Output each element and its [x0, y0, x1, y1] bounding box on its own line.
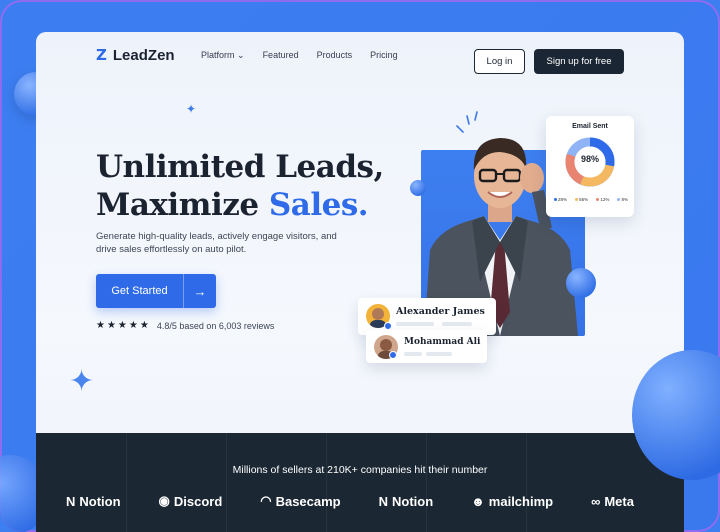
logo[interactable]: Z LeadZen: [96, 46, 175, 64]
mailchimp-icon: ☻: [471, 493, 485, 509]
nav-links: Platform ⌄ Featured Products Pricing: [201, 50, 398, 61]
brand-notion: N Notion: [66, 493, 121, 509]
brand-discord: ◉ Discord: [158, 493, 223, 509]
placeholder-line: [426, 352, 452, 356]
logo-mark-icon: Z: [96, 46, 107, 64]
hero-subtext: Generate high-quality leads, actively en…: [96, 231, 337, 255]
nav-link-platform[interactable]: Platform ⌄: [201, 50, 245, 61]
legend-item: 56%: [575, 197, 588, 202]
brand-notion: N Notion: [378, 493, 434, 509]
cta-label: Get Started: [96, 274, 184, 308]
get-started-button[interactable]: Get Started →: [96, 274, 216, 308]
nav-link-products[interactable]: Products: [317, 50, 353, 61]
decor-bubble: [566, 268, 596, 298]
verified-badge-icon: [384, 322, 392, 330]
notion-icon: N: [378, 493, 388, 509]
user-name: Mohammad Ali: [404, 337, 481, 347]
email-legend: 28% 56% 12% 8%: [554, 197, 628, 202]
arrow-right-icon: →: [193, 283, 207, 299]
top-nav: Z LeadZen Platform ⌄ Featured Products P…: [36, 40, 684, 74]
sparkle-icon: ✦: [69, 365, 95, 398]
rating-text: 4.8/5 based on 6,003 reviews: [156, 320, 275, 331]
headline-line-1: Unlimited Leads,: [96, 149, 384, 185]
headline-line-2: Maximize Sales.: [96, 186, 384, 224]
notion-icon: N: [66, 493, 76, 509]
discord-icon: ◉: [158, 493, 170, 508]
rating: ★★★★★ 4.8/5 based on 6,003 reviews: [96, 320, 274, 331]
placeholder-line: [396, 322, 434, 326]
user-name: Alexander James: [396, 306, 485, 317]
email-percent: 98%: [580, 154, 599, 164]
landing-page: Z LeadZen Platform ⌄ Featured Products P…: [36, 32, 684, 532]
brand-logos: N Notion ◉ Discord ◠ Basecamp N Notion ☻ mail…: [66, 493, 634, 509]
legend-item: 28%: [554, 197, 567, 202]
headline-accent: Sales.: [268, 187, 369, 223]
brand-basecamp: ◠ Basecamp: [260, 493, 341, 509]
outer-frame: Z LeadZen Platform ⌄ Featured Products P…: [0, 0, 720, 532]
placeholder-line: [404, 352, 422, 356]
brand-mailchimp: ☻ mailchimp: [471, 493, 554, 509]
nav-link-featured[interactable]: Featured: [263, 50, 299, 61]
legend-item: 12%: [596, 197, 609, 202]
email-card-title: Email Sent: [572, 123, 608, 130]
legend-item: 8%: [617, 197, 628, 202]
login-button[interactable]: Log in: [474, 49, 525, 74]
verified-badge-icon: [389, 351, 397, 359]
brand-meta: ∞ Meta: [591, 493, 634, 509]
sparkle-icon: ✦: [186, 102, 197, 116]
signup-button[interactable]: Sign up for free: [534, 49, 624, 74]
headline-text: Maximize: [96, 187, 269, 223]
logos-title: Millions of sellers at 210K+ companies h…: [232, 464, 488, 476]
trusted-by-section: Millions of sellers at 210K+ companies h…: [36, 433, 684, 532]
star-rating-icon: ★★★★★: [96, 320, 151, 331]
user-card: Mohammad Ali: [366, 330, 487, 363]
hero-headline: Unlimited Leads, Maximize Sales.: [96, 148, 384, 224]
basecamp-icon: ◠: [260, 493, 272, 508]
logo-text: LeadZen: [112, 46, 175, 64]
email-sent-card: Email Sent 98% 28% 56% 12% 8%: [546, 116, 634, 217]
meta-icon: ∞: [591, 493, 601, 509]
nav-link-pricing[interactable]: Pricing: [370, 50, 398, 61]
placeholder-line: [442, 322, 472, 326]
